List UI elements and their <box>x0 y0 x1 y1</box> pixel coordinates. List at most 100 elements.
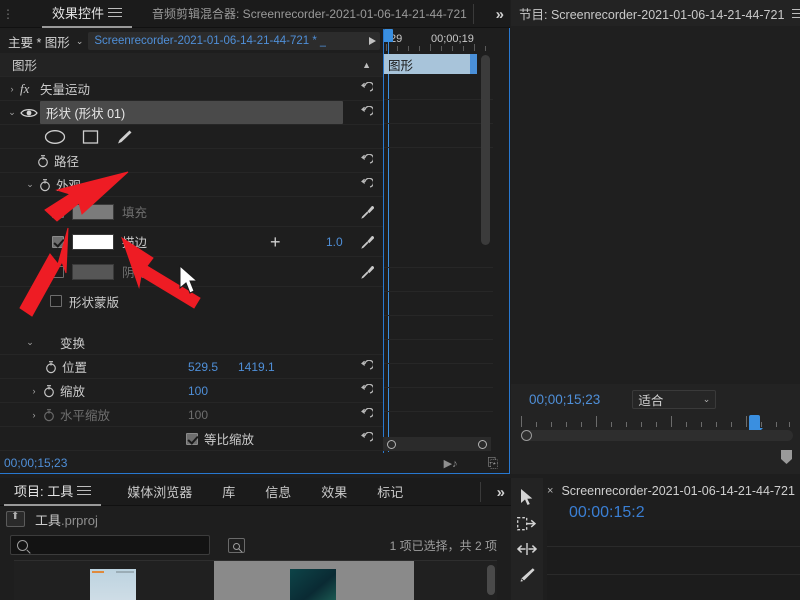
property-row-scale-width[interactable]: › 水平缩放 100 <box>0 403 383 427</box>
property-group-transform[interactable]: ⌄ 变换 <box>0 331 383 355</box>
project-item[interactable] <box>214 561 414 600</box>
property-row-stroke[interactable]: 描边 + 1.0 <box>0 227 383 257</box>
shape-mask-checkbox[interactable] <box>50 295 62 307</box>
close-icon[interactable]: × <box>547 485 553 497</box>
play-audio-icon[interactable]: ▶♪ <box>444 457 458 470</box>
stopwatch-icon[interactable] <box>38 178 52 192</box>
twirl-icon[interactable]: › <box>26 410 42 420</box>
position-x-value[interactable]: 529.5 <box>188 360 218 374</box>
program-monitor-timecode[interactable]: 00;00;15;23 <box>529 392 600 407</box>
clip-scope-chevron-down-icon[interactable]: ⌄ <box>76 36 84 47</box>
scale-width-value[interactable]: 100 <box>188 408 208 422</box>
ripple-edit-tool-icon[interactable] <box>517 542 537 556</box>
panel-menu-icon[interactable] <box>77 485 91 496</box>
stopwatch-icon[interactable] <box>42 408 56 422</box>
keyframe-navigator-bar[interactable] <box>383 437 491 451</box>
marker-icon[interactable] <box>781 450 792 464</box>
eyedropper-icon[interactable] <box>360 204 375 219</box>
mini-timeline-ruler[interactable]: 29 00;00;19 <box>384 29 494 53</box>
tab-effects[interactable]: 效果 <box>311 478 357 506</box>
tab-libraries[interactable]: 库 <box>212 478 245 506</box>
position-y-value[interactable]: 1419.1 <box>238 360 275 374</box>
timeline-tracks-area[interactable] <box>547 530 800 600</box>
playhead-cti[interactable] <box>384 29 393 42</box>
project-item[interactable] <box>14 561 214 600</box>
property-row-shape[interactable]: ⌄ 形状 (形状 01) <box>0 101 383 125</box>
add-stroke-plus-icon[interactable]: + <box>270 233 281 251</box>
collapse-caret-up-icon[interactable]: ▲ <box>362 60 371 70</box>
shadow-checkbox[interactable] <box>52 266 64 278</box>
property-group-graphics[interactable]: 图形 ▲ <box>0 53 383 77</box>
mini-timeline-clip-graphics[interactable]: 图形 <box>384 54 477 74</box>
tab-audio-clip-mixer[interactable]: 音频剪辑混合器: Screenrecorder-2021-01-06-14-21… <box>142 0 477 28</box>
fill-color-swatch[interactable] <box>72 204 114 220</box>
property-row-appearance[interactable]: ⌄ 外观 <box>0 173 383 197</box>
effect-controls-property-list[interactable]: 图形 ▲ › fx 矢量运动 ⌄ 形状 (形状 01) <box>0 53 383 453</box>
clip-name-dropdown[interactable]: Screenrecorder-2021-01-06-14-21-44-721 *… <box>88 32 380 50</box>
property-row-scale[interactable]: › 缩放 100 <box>0 379 383 403</box>
property-row-fill[interactable]: 填充 <box>0 197 383 227</box>
twirl-icon[interactable]: ⌄ <box>22 337 38 348</box>
uniform-scale-checkbox[interactable] <box>186 433 198 445</box>
fill-checkbox[interactable] <box>52 206 64 218</box>
eyedropper-icon[interactable] <box>360 234 375 249</box>
more-tabs-chevron-icon[interactable]: » <box>496 6 502 23</box>
eyedropper-icon[interactable] <box>360 264 375 279</box>
scale-value[interactable]: 100 <box>188 384 208 398</box>
effect-controls-mini-timeline[interactable]: 29 00;00;19 图形 <box>383 29 493 453</box>
play-triangle-icon[interactable] <box>369 37 376 45</box>
reset-icon[interactable] <box>359 82 373 96</box>
property-row-shadow[interactable]: 阴影 <box>0 257 383 287</box>
ellipse-tool-icon[interactable] <box>44 129 66 145</box>
effect-controls-timecode[interactable]: 00;00;15;23 <box>0 456 67 470</box>
property-row-path[interactable]: 路径 <box>0 149 383 173</box>
panel-menu-icon[interactable] <box>792 8 800 19</box>
program-monitor-playhead[interactable] <box>749 415 760 430</box>
twirl-icon[interactable]: ⌄ <box>4 107 20 118</box>
reset-icon[interactable] <box>359 432 373 446</box>
filter-bin-icon[interactable] <box>228 538 245 553</box>
property-row-shape-mask[interactable]: 形状蒙版 <box>0 287 383 315</box>
property-row-position[interactable]: 位置 529.5 1419.1 <box>0 355 383 379</box>
stopwatch-icon[interactable] <box>44 360 58 374</box>
stroke-checkbox[interactable] <box>52 236 64 248</box>
twirl-icon[interactable]: › <box>26 386 42 396</box>
zoom-handle-right[interactable] <box>478 440 487 449</box>
tab-project-tools[interactable]: 项目: 工具 <box>4 478 101 506</box>
program-monitor-video-stage[interactable] <box>511 26 800 384</box>
reset-icon[interactable] <box>359 106 373 120</box>
search-input[interactable] <box>10 535 210 555</box>
twirl-icon[interactable]: › <box>4 84 20 94</box>
reset-icon[interactable] <box>359 178 373 192</box>
tab-markers[interactable]: 标记 <box>367 478 413 506</box>
program-monitor-time-ruler[interactable] <box>521 415 793 429</box>
razor-tool-icon[interactable] <box>518 567 536 583</box>
stopwatch-icon[interactable] <box>36 154 50 168</box>
more-tabs-chevron-icon[interactable]: » <box>497 484 503 501</box>
stopwatch-icon[interactable] <box>42 384 56 398</box>
rectangle-tool-icon[interactable] <box>82 129 99 145</box>
property-row-uniform-scale[interactable]: 等比缩放 <box>0 427 383 451</box>
pen-tool-icon[interactable] <box>115 129 133 145</box>
program-monitor-zoom-scrollbar[interactable] <box>521 430 793 441</box>
project-item-grid[interactable] <box>14 560 497 600</box>
selection-tool-icon[interactable] <box>519 488 535 506</box>
panel-menu-icon[interactable] <box>108 7 122 18</box>
shadow-color-swatch[interactable] <box>72 264 114 280</box>
stroke-color-swatch[interactable] <box>72 234 114 250</box>
zoom-level-dropdown[interactable]: 适合 ⌄ <box>632 390 716 409</box>
reset-icon[interactable] <box>359 154 373 168</box>
timeline-timecode[interactable]: 00:00:15:2 <box>569 504 645 522</box>
track-select-forward-tool-icon[interactable] <box>517 517 537 531</box>
reset-icon[interactable] <box>359 360 373 374</box>
scrollbar-handle-left[interactable] <box>521 430 532 441</box>
property-row-vector-motion[interactable]: › fx 矢量运动 <box>0 77 383 101</box>
tab-media-browser[interactable]: 媒体浏览器 <box>117 478 202 506</box>
reset-icon[interactable] <box>359 384 373 398</box>
tab-effect-controls[interactable]: 效果控件 <box>42 0 132 28</box>
reset-icon[interactable] <box>359 408 373 422</box>
panel-drag-handle[interactable]: ⋮ <box>0 7 14 21</box>
twirl-icon[interactable]: ⌄ <box>22 179 38 190</box>
mini-timeline-vertical-scrollbar[interactable] <box>481 55 490 245</box>
navigate-up-icon[interactable] <box>6 511 25 527</box>
